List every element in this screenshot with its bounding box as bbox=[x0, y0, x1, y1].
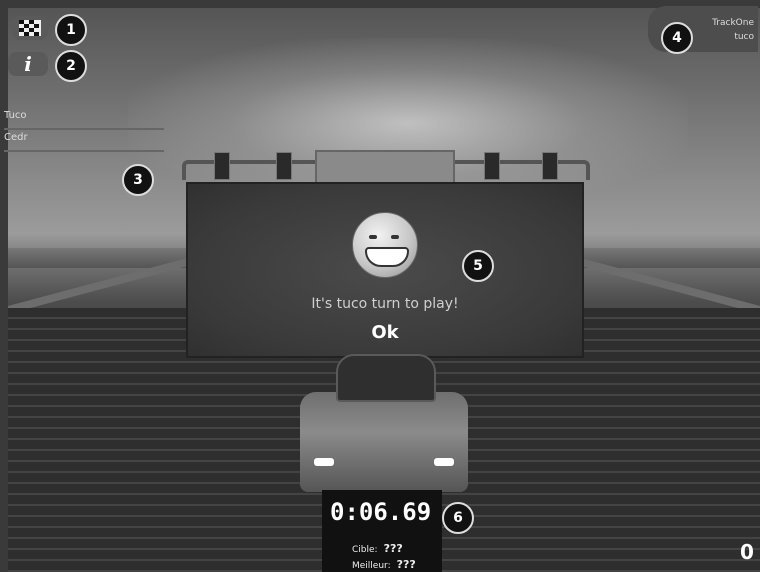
gantry-light bbox=[276, 152, 292, 180]
checkered-flag-icon bbox=[19, 20, 41, 36]
headlight bbox=[434, 458, 454, 466]
player-name: Tuco bbox=[4, 110, 27, 121]
player-row: Tuco bbox=[4, 110, 164, 130]
timer-panel: 0:06.69 Cible:??? Meilleur:??? bbox=[322, 490, 442, 572]
headlight bbox=[314, 458, 334, 466]
grinning-smiley-icon bbox=[352, 212, 418, 278]
race-time: 0:06.69 bbox=[330, 498, 432, 526]
best-time: Meilleur:??? bbox=[352, 558, 416, 571]
turn-dialog: It's tuco turn to play! Ok bbox=[186, 182, 584, 358]
callout-6: 6 bbox=[442, 502, 474, 534]
callout-2: 2 bbox=[55, 50, 87, 82]
best-label: Meilleur: bbox=[352, 561, 391, 571]
gantry-light bbox=[484, 152, 500, 180]
race-menu-button[interactable] bbox=[12, 16, 48, 40]
track-name: TrackOne bbox=[712, 18, 754, 28]
turn-message: It's tuco turn to play! bbox=[311, 296, 459, 312]
callout-4: 4 bbox=[661, 22, 693, 54]
callout-1: 1 bbox=[55, 14, 87, 46]
speed-readout: 0 bbox=[740, 540, 754, 564]
car-roof bbox=[336, 354, 436, 402]
target-value: ??? bbox=[383, 542, 403, 555]
target-label: Cible: bbox=[352, 545, 378, 555]
player-name: Cedr bbox=[4, 132, 28, 143]
gantry-light bbox=[214, 152, 230, 180]
current-player-name: tuco bbox=[734, 32, 754, 42]
target-time: Cible:??? bbox=[352, 542, 403, 555]
car-body bbox=[300, 392, 468, 492]
best-value: ??? bbox=[396, 558, 416, 571]
info-button[interactable]: i bbox=[8, 52, 48, 76]
player-row: Cedr bbox=[4, 132, 164, 152]
player-car bbox=[300, 354, 468, 494]
gantry-light bbox=[542, 152, 558, 180]
callout-3: 3 bbox=[122, 164, 154, 196]
ok-button[interactable]: Ok bbox=[360, 320, 410, 344]
info-icon: i bbox=[24, 52, 32, 76]
callout-5: 5 bbox=[462, 250, 494, 282]
